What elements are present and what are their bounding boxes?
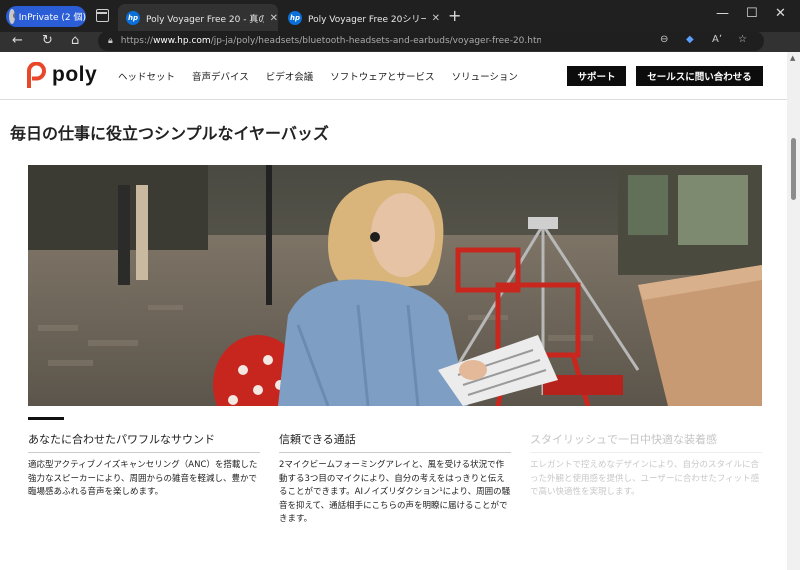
tab-actions-icon[interactable] [96,9,109,22]
tab-voyager-free-20[interactable]: hp Poly Voyager Free 20 - 真のワイヤレ ✕ [118,4,278,32]
tab-title: Poly Voyager Free 20シリーズ（ブラ [308,14,426,25]
page-title: 毎日の仕事に役立つシンプルなイヤーバッズ [10,124,329,143]
active-feature-indicator [28,417,64,420]
home-icon[interactable]: ⌂ [71,33,79,48]
refresh-icon[interactable]: ↻ [42,33,53,48]
close-tab-icon[interactable]: ✕ [432,13,440,24]
scrollbar-thumb[interactable] [791,138,796,200]
feature-description: 2マイクビームフォーミングアレイと、風を受ける状況で作動する3つ目のマイクにより… [279,460,511,524]
hp-favicon-icon: hp [288,11,302,25]
feature-description: 適応型アクティブノイズキャンセリング（ANC）を搭載した強力なスピーカーにより、… [28,460,258,497]
feature-title: 信頼できる通話 [279,431,511,453]
web-page: poly ヘッドセット 音声デバイス ビデオ会議 ソフトウェアとサービス ソリュ… [0,52,787,570]
lock-icon: 🔒︎ [108,36,113,46]
nav-headsets[interactable]: ヘッドセット [118,69,175,83]
inprivate-profile-button[interactable]: InPrivate (2 個) [6,6,86,27]
nav-software-services[interactable]: ソフトウェアとサービス [330,69,434,83]
support-button[interactable]: サポート [567,66,626,86]
zoom-icon[interactable]: ⊖ [660,34,668,45]
favorite-star-icon[interactable]: ☆ [738,34,747,45]
address-bar-row: ← ↻ ⌂ 🔒︎ https://www.hp.com/jp-ja/poly/h… [0,31,800,52]
read-aloud-icon[interactable]: Aʼ [712,34,722,45]
url-domain: www.hp.com [153,36,211,46]
profile-label: InPrivate (2 個) [18,13,86,23]
hp-favicon-icon: hp [126,11,140,25]
tab-voyager-free-20-series[interactable]: hp Poly Voyager Free 20シリーズ（ブラ ✕ [280,4,440,32]
feature-description: エレガントで控えめなデザインにより、自分のスタイルに合った外観と使用感を提供し、… [530,460,760,497]
contact-sales-button[interactable]: セールスに問い合わせる [636,66,763,86]
url-prefix: https:// [120,36,154,46]
back-icon[interactable]: ← [12,33,23,48]
nav-solutions[interactable]: ソリューション [452,69,518,83]
site-header: poly ヘッドセット 音声デバイス ビデオ会議 ソフトウェアとサービス ソリュ… [0,52,787,100]
new-tab-icon[interactable]: + [448,6,461,25]
page-scrollbar[interactable]: ▲ [787,52,800,570]
scroll-up-icon[interactable]: ▲ [790,54,795,62]
feature-calls[interactable]: 信頼できる通話 2マイクビームフォーミングアレイと、風を受ける状況で作動する3つ… [279,431,511,527]
avatar-icon [9,9,15,24]
feature-comfort[interactable]: スタイリッシュで一日中快適な装着感 エレガントで控えめなデザインにより、自分のス… [530,431,762,500]
extension-icon[interactable]: ◆ [686,34,694,45]
close-tab-icon[interactable]: ✕ [270,13,278,24]
feature-title: スタイリッシュで一日中快適な装着感 [530,431,762,453]
maximize-icon[interactable]: ☐ [746,6,758,21]
poly-logo[interactable]: poly [26,62,97,88]
browser-tab-bar: InPrivate (2 個) hp Poly Voyager Free 20 … [0,0,800,32]
url-path: /jp-ja/poly/headsets/bluetooth-headsets-… [210,36,541,46]
close-window-icon[interactable]: ✕ [775,6,786,21]
logo-text: poly [52,63,98,86]
url-field[interactable]: 🔒︎ https://www.hp.com/jp-ja/poly/headset… [98,31,764,51]
feature-title: あなたに合わせたパワフルなサウンド [28,431,260,453]
tab-title: Poly Voyager Free 20 - 真のワイヤレ [146,14,264,25]
feature-sound[interactable]: あなたに合わせたパワフルなサウンド 適応型アクティブノイズキャンセリング（ANC… [28,431,260,500]
poly-logo-mark-icon [27,62,46,88]
nav-audio-devices[interactable]: 音声デバイス [192,69,249,83]
nav-video-conferencing[interactable]: ビデオ会議 [266,69,314,83]
minimize-icon[interactable]: — [716,6,729,21]
main-nav: ヘッドセット 音声デバイス ビデオ会議 ソフトウェアとサービス ソリューション [118,69,535,83]
hero-image [28,165,762,406]
